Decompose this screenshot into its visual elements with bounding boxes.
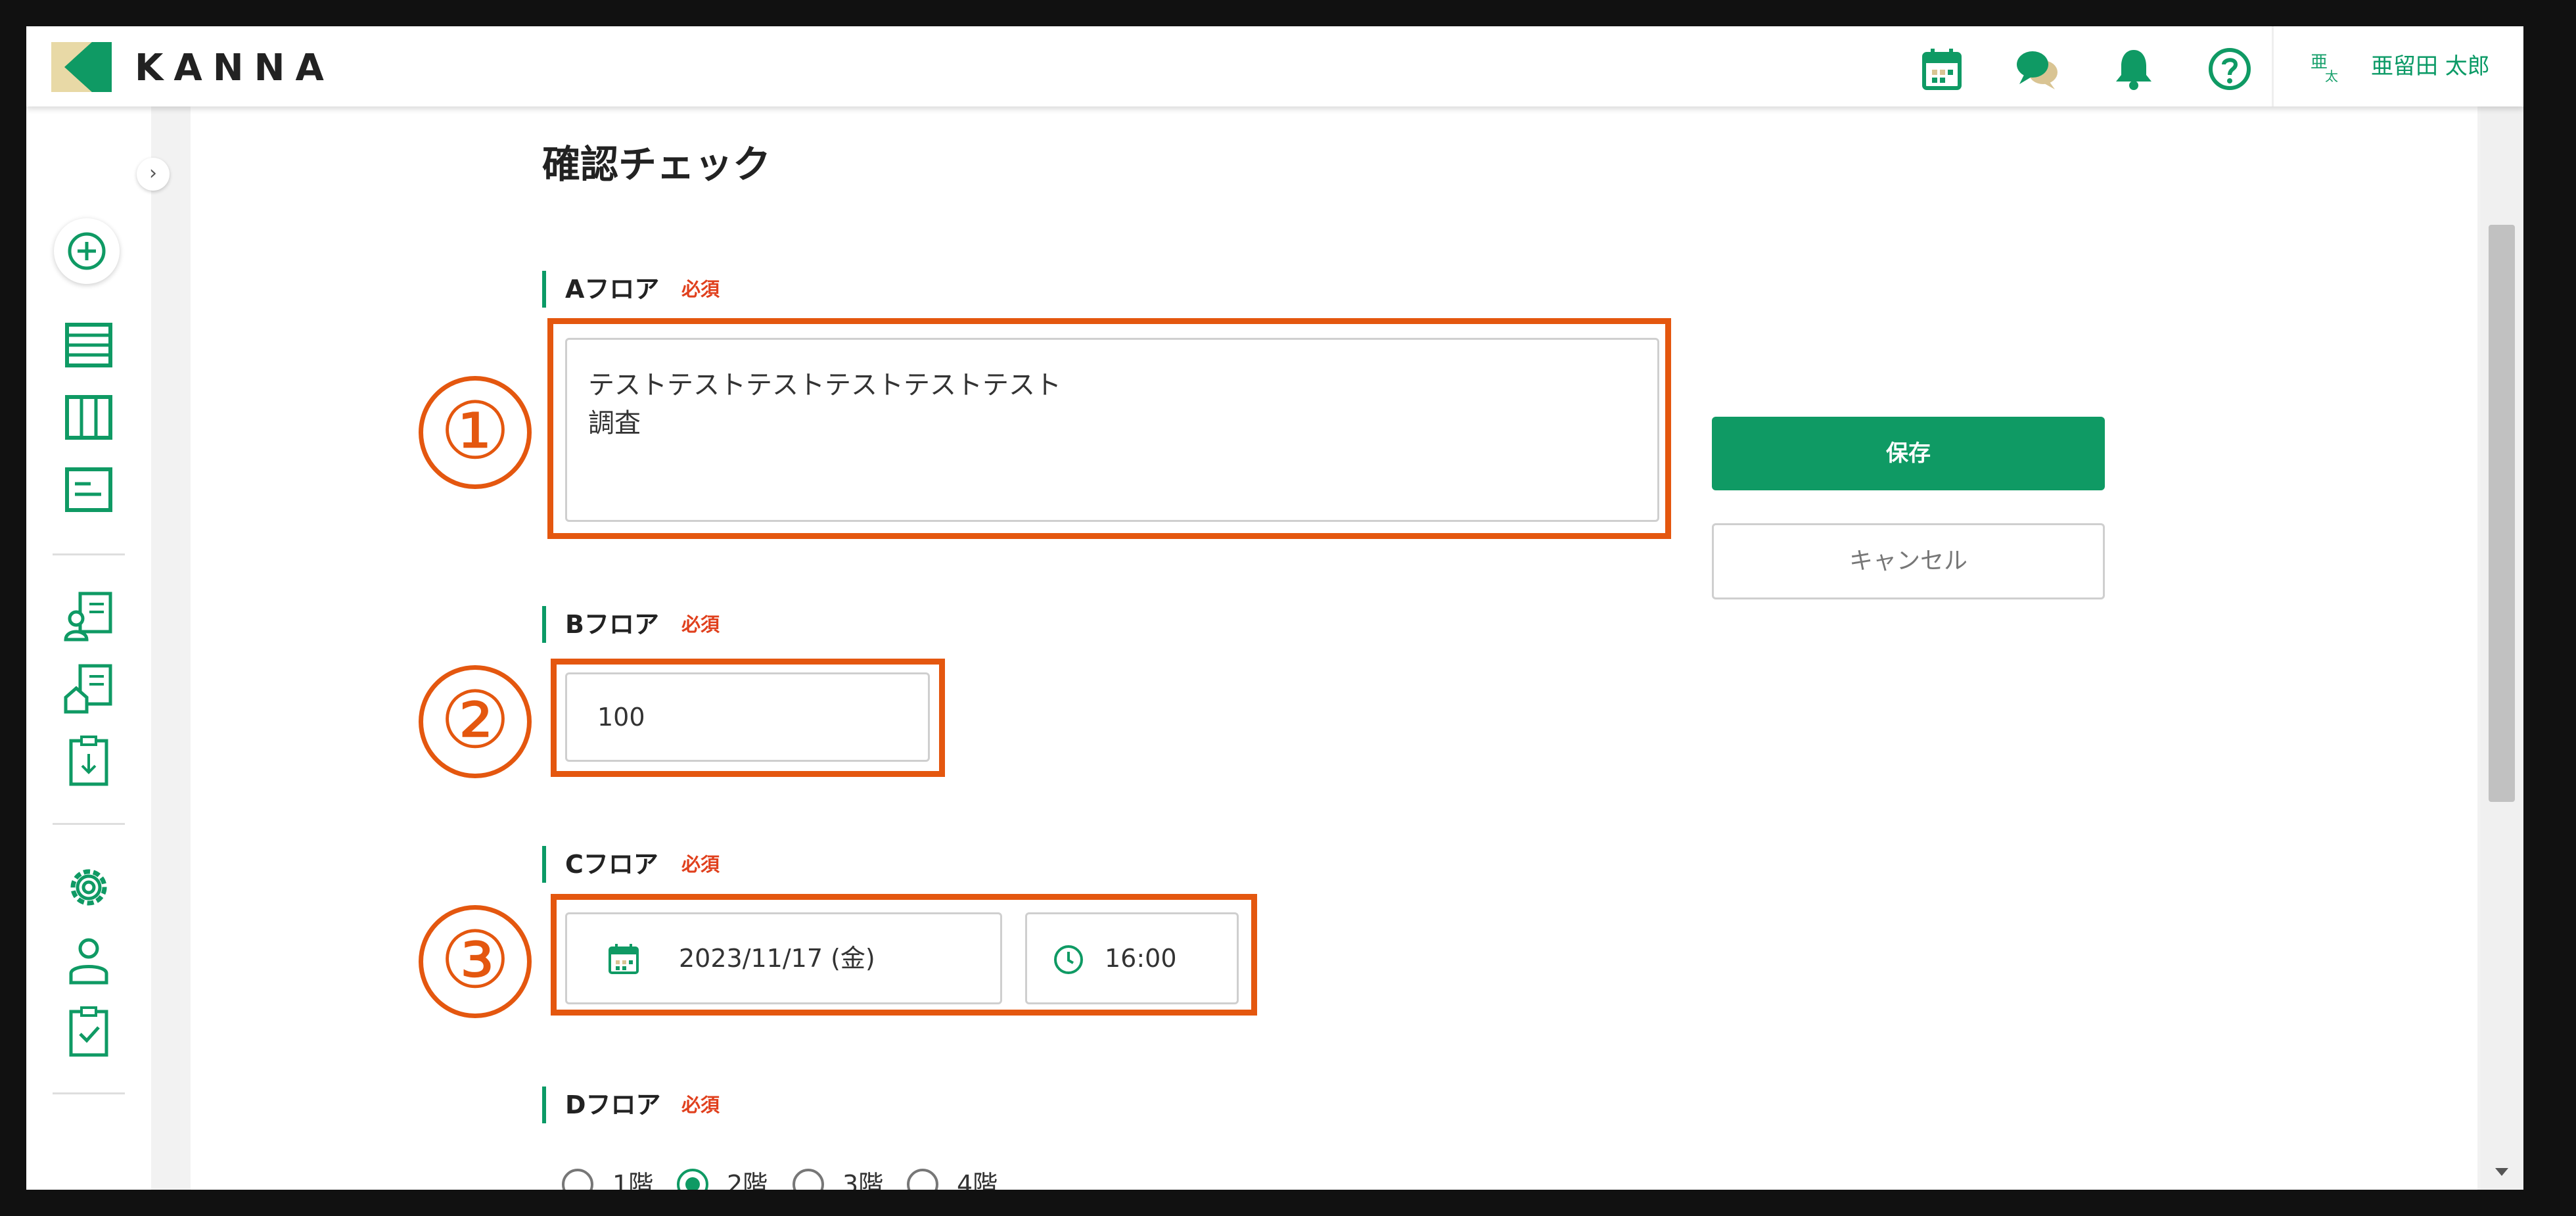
field-d-label: Dフロア xyxy=(565,1090,661,1119)
avatar-initial-bottom: 太 xyxy=(2325,68,2338,84)
required-badge: 必須 xyxy=(681,278,720,300)
radio-label-floor-3[interactable]: 3階 xyxy=(842,1167,883,1190)
required-badge: 必須 xyxy=(681,1094,720,1116)
field-c-date-picker[interactable]: 2023/11/17 (金) xyxy=(565,912,1002,1004)
header-divider xyxy=(2272,26,2274,106)
field-accent-bar xyxy=(542,271,546,308)
sidebar xyxy=(26,106,151,1190)
user-icon[interactable] xyxy=(60,931,117,988)
scrollbar-thumb[interactable] xyxy=(2489,225,2515,802)
field-c-time-picker[interactable]: 16:00 xyxy=(1025,912,1239,1004)
field-b-label: Bフロア xyxy=(565,610,659,639)
annotation-number-2: ② xyxy=(419,665,532,778)
radio-label-floor-1[interactable]: 1階 xyxy=(612,1167,653,1190)
help-icon[interactable] xyxy=(2207,46,2253,92)
annotation-number-1: ① xyxy=(419,376,532,489)
gear-icon[interactable] xyxy=(60,859,117,916)
calendar-icon xyxy=(609,944,639,974)
kanna-logo-icon[interactable] xyxy=(51,42,112,92)
user-name[interactable]: 亜留田 太郎 xyxy=(2371,53,2490,80)
field-accent-bar xyxy=(542,1087,546,1123)
field-b-input[interactable]: 100 xyxy=(565,672,930,762)
chat-icon[interactable] xyxy=(2014,46,2060,92)
main-card xyxy=(191,106,2477,1190)
sidebar-divider xyxy=(53,1092,125,1094)
document-icon[interactable] xyxy=(60,461,117,518)
field-accent-bar xyxy=(542,606,546,643)
sidebar-divider xyxy=(53,553,125,555)
sidebar-divider xyxy=(53,823,125,825)
plus-circle-icon xyxy=(68,232,106,270)
field-a-label: Aフロア xyxy=(565,275,660,304)
property-list-icon[interactable] xyxy=(60,661,117,717)
save-button[interactable]: 保存 xyxy=(1712,417,2105,490)
field-c-label: Cフロア xyxy=(565,850,658,879)
required-badge: 必須 xyxy=(681,613,720,636)
top-header: KANNA 亜 太 亜留田 太郎 xyxy=(26,26,2523,106)
sidebar-expand-button[interactable]: › xyxy=(137,158,170,191)
app-window: KANNA 亜 太 亜留田 太郎 › 確認チェック Aフロア 必須 ① テストテ… xyxy=(26,26,2523,1190)
page-title: 確認チェック xyxy=(542,142,771,187)
board-icon[interactable] xyxy=(60,389,117,446)
client-list-icon[interactable] xyxy=(60,588,117,645)
app-name: KANNA xyxy=(135,47,334,89)
calendar-icon[interactable] xyxy=(1919,46,1965,92)
clipboard-check-icon[interactable] xyxy=(60,1004,117,1060)
list-icon[interactable] xyxy=(60,317,117,373)
annotation-number-3: ③ xyxy=(419,905,532,1018)
radio-label-floor-2[interactable]: 2階 xyxy=(727,1167,768,1190)
bell-icon[interactable] xyxy=(2111,46,2157,92)
add-button[interactable] xyxy=(54,218,120,284)
clock-icon xyxy=(1054,945,1083,974)
vertical-scrollbar[interactable] xyxy=(2481,106,2523,1190)
scroll-down-arrow-icon[interactable] xyxy=(2495,1168,2508,1176)
clipboard-download-icon[interactable] xyxy=(60,733,117,789)
field-a-textarea[interactable]: テストテストテストテストテストテスト 調査 xyxy=(565,338,1659,522)
field-accent-bar xyxy=(542,846,546,883)
avatar[interactable]: 亜 太 xyxy=(2300,45,2343,88)
field-c-date-value: 2023/11/17 (金) xyxy=(679,944,875,973)
field-c-time-value: 16:00 xyxy=(1105,944,1177,973)
radio-label-floor-4[interactable]: 4階 xyxy=(957,1167,998,1190)
cancel-button[interactable]: キャンセル xyxy=(1712,523,2105,599)
required-badge: 必須 xyxy=(681,853,720,876)
